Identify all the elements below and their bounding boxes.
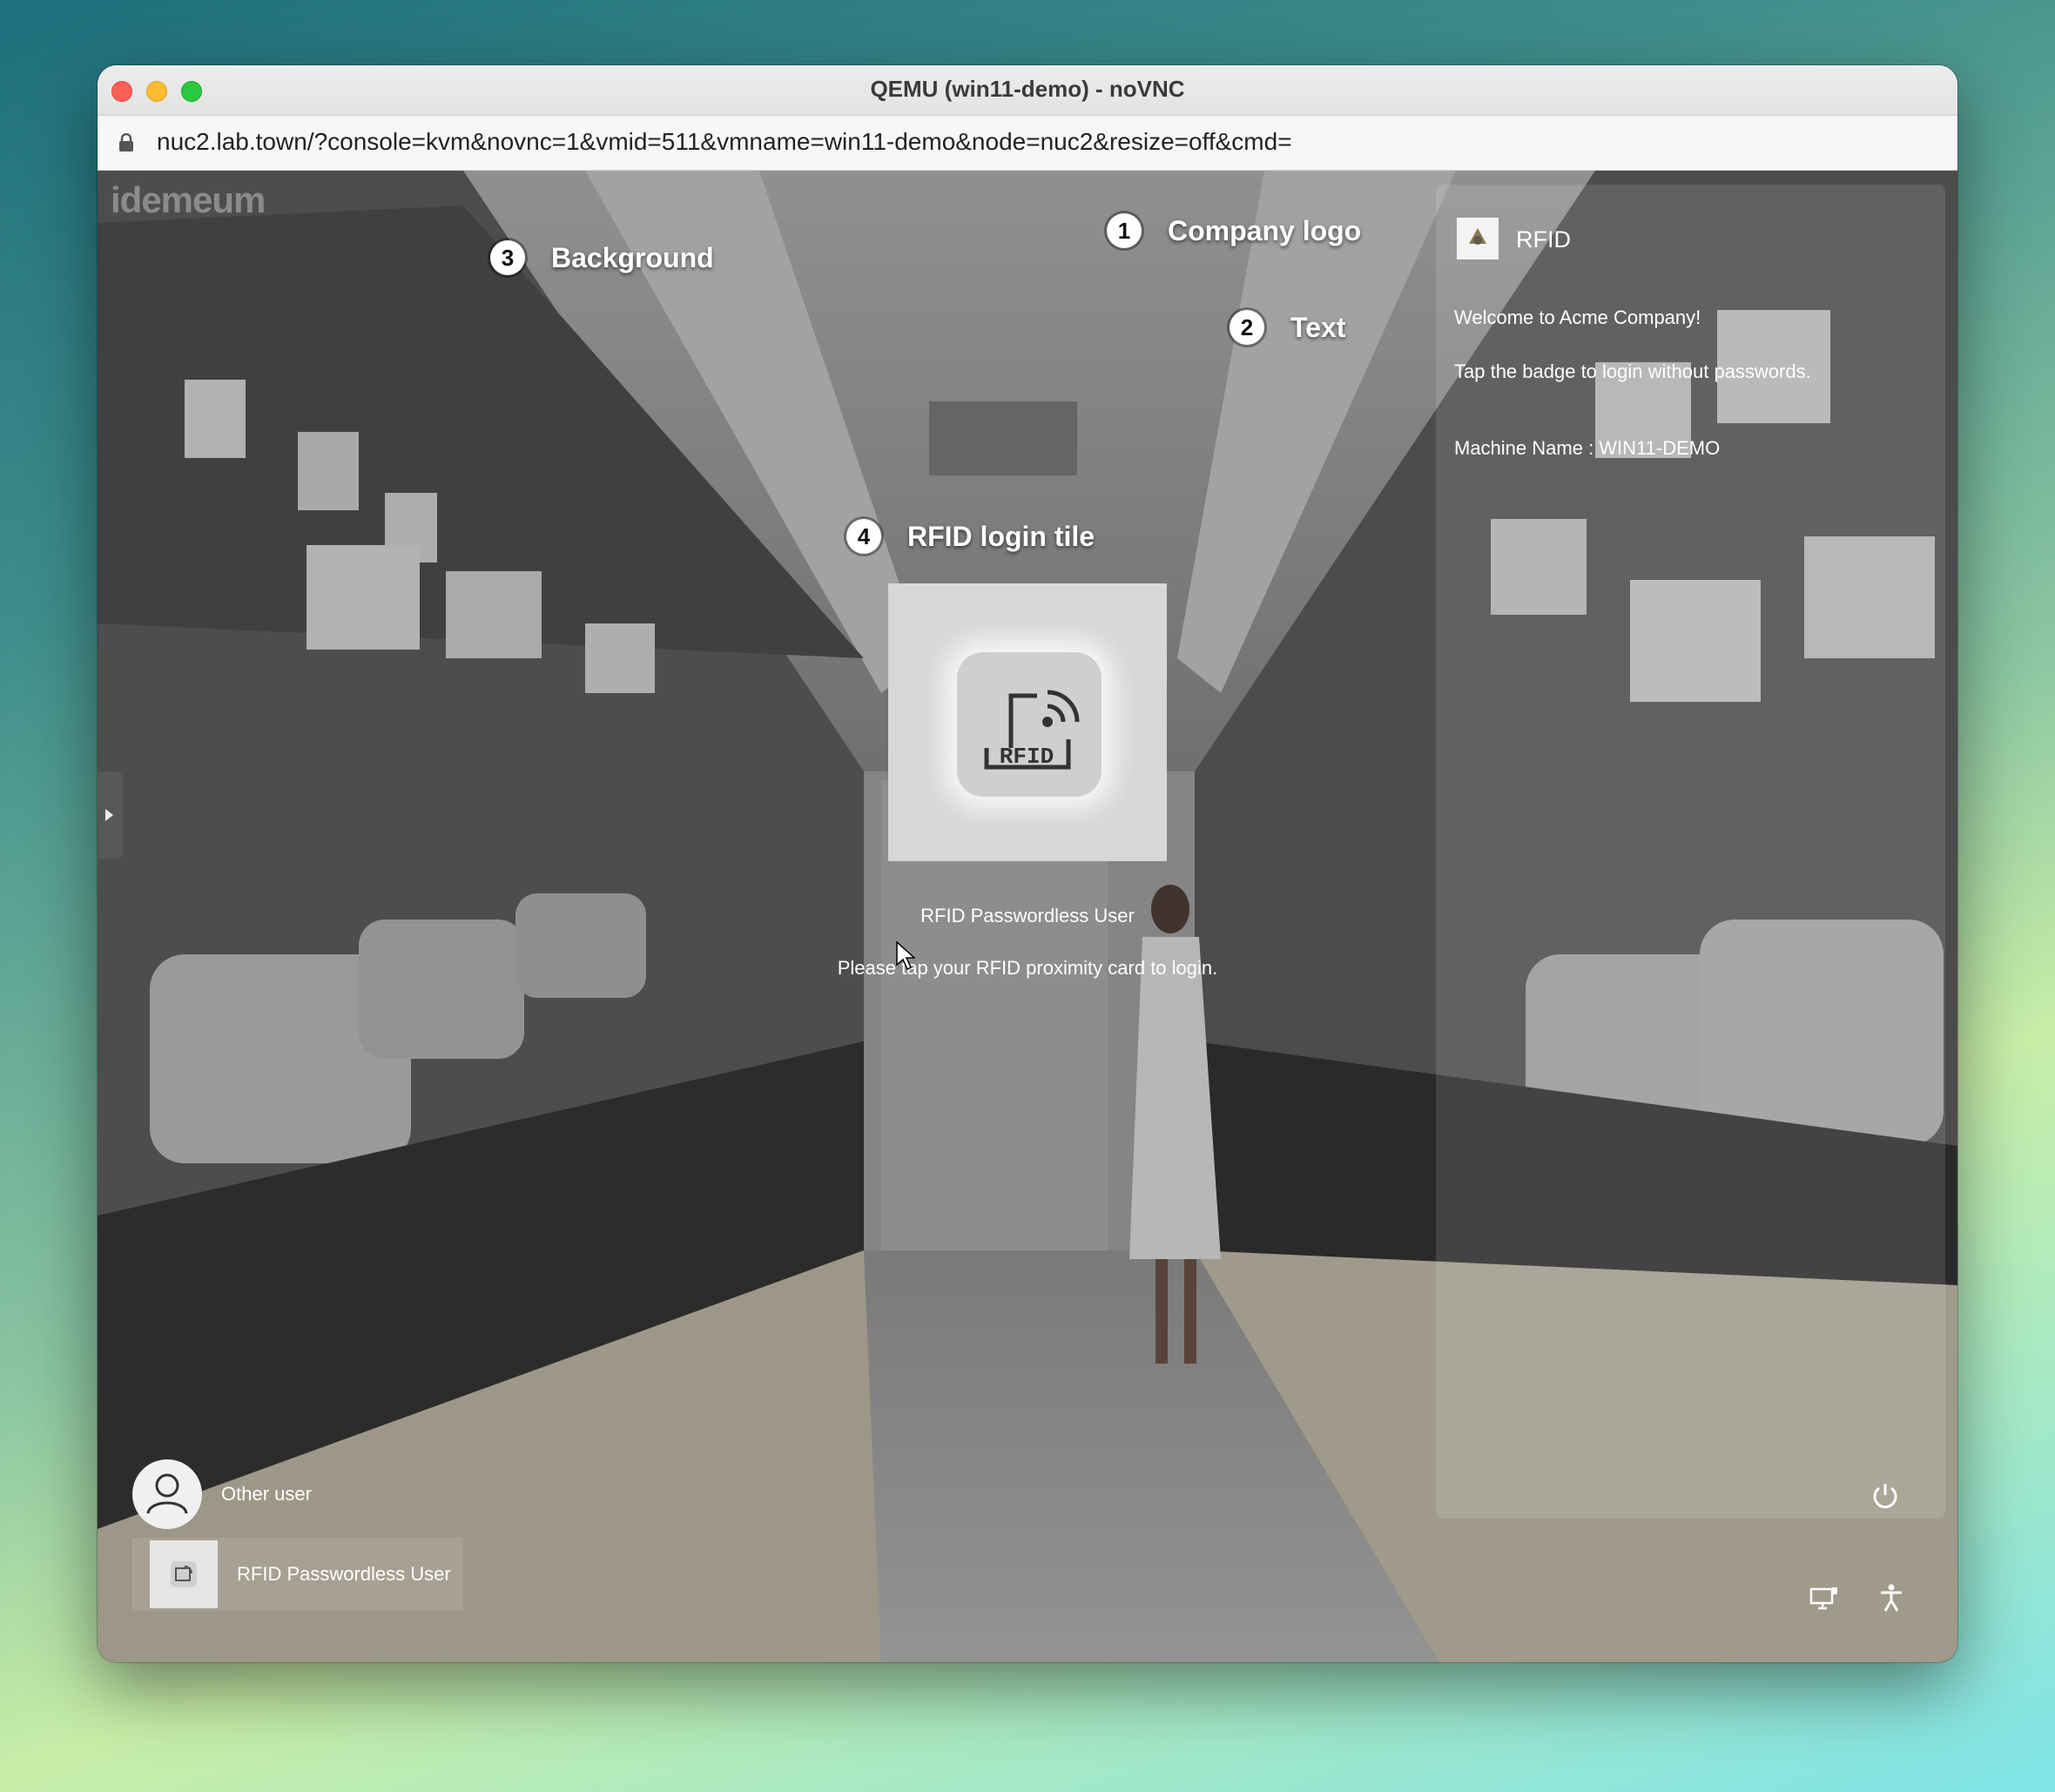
url-text[interactable]: nuc2.lab.town/?console=kvm&novnc=1&vmid=…	[157, 128, 1292, 156]
rfid-card-icon: RFID	[984, 690, 1080, 770]
user-avatar	[150, 1540, 218, 1608]
address-bar[interactable]: nuc2.lab.town/?console=kvm&novnc=1&vmid=…	[98, 116, 1957, 171]
machine-name-text: Machine Name : WIN11-DEMO	[1454, 437, 1721, 459]
company-logo-icon	[1469, 228, 1486, 245]
callout-label: Company logo	[1168, 214, 1362, 246]
rfid-icon: RFID	[957, 652, 1102, 797]
callout-label: RFID login tile	[907, 520, 1095, 552]
user-icon	[146, 1473, 188, 1514]
vnc-console[interactable]: idemeum 1 Company logo 2 Text 3 Backgrou…	[98, 171, 1957, 1662]
callout-number: 2	[1230, 310, 1264, 345]
mouse-cursor-icon	[896, 941, 915, 971]
chevron-right-icon	[105, 809, 113, 821]
novnc-sidebar-handle[interactable]	[98, 771, 123, 859]
welcome-text: Welcome to Acme Company!	[1454, 307, 1701, 328]
power-icon[interactable]	[1870, 1480, 1901, 1512]
company-logo	[1457, 218, 1499, 259]
user-option-other[interactable]: Other user	[132, 1458, 312, 1531]
rfid-icon	[171, 1561, 197, 1587]
tile-user-name: RFID Passwordless User	[920, 905, 1135, 926]
rfid-login-tile[interactable]: RFID	[888, 583, 1167, 861]
watermark-logo: idemeum	[111, 179, 266, 220]
lock-icon	[119, 133, 133, 152]
callout-background: 3 Background	[490, 240, 714, 275]
user-option-label: RFID Passwordless User	[237, 1563, 451, 1585]
callout-text: 2 Text	[1230, 310, 1345, 345]
accessibility-icon[interactable]	[1878, 1583, 1904, 1613]
callout-company-logo: 1 Company logo	[1107, 213, 1361, 248]
callout-number: 1	[1107, 213, 1142, 248]
panel-logo-title: RFID	[1516, 226, 1571, 253]
callout-label: Background	[551, 241, 714, 273]
title-bar: QEMU (win11-demo) - noVNC	[98, 65, 1957, 116]
user-option-label: Other user	[221, 1483, 312, 1505]
callout-number: 3	[490, 240, 525, 275]
callout-number: 4	[846, 519, 881, 554]
company-info-panel: RFID Welcome to Acme Company! Tap the ba…	[1436, 185, 1945, 1519]
tile-login-prompt: Please tap your RFID proximity card to l…	[837, 957, 1218, 979]
network-icon[interactable]	[1809, 1586, 1839, 1612]
user-avatar	[132, 1459, 202, 1529]
callout-rfid-tile: 4 RFID login tile	[846, 519, 1095, 554]
rfid-icon-text: RFID	[1000, 744, 1054, 770]
user-option-rfid[interactable]: RFID Passwordless User	[132, 1538, 463, 1611]
instruction-text: Tap the badge to login without passwords…	[1454, 360, 1811, 382]
window-title: QEMU (win11-demo) - noVNC	[870, 76, 1185, 102]
callout-label: Text	[1290, 311, 1346, 343]
browser-window: QEMU (win11-demo) - noVNC nuc2.lab.town/…	[98, 65, 1957, 1662]
